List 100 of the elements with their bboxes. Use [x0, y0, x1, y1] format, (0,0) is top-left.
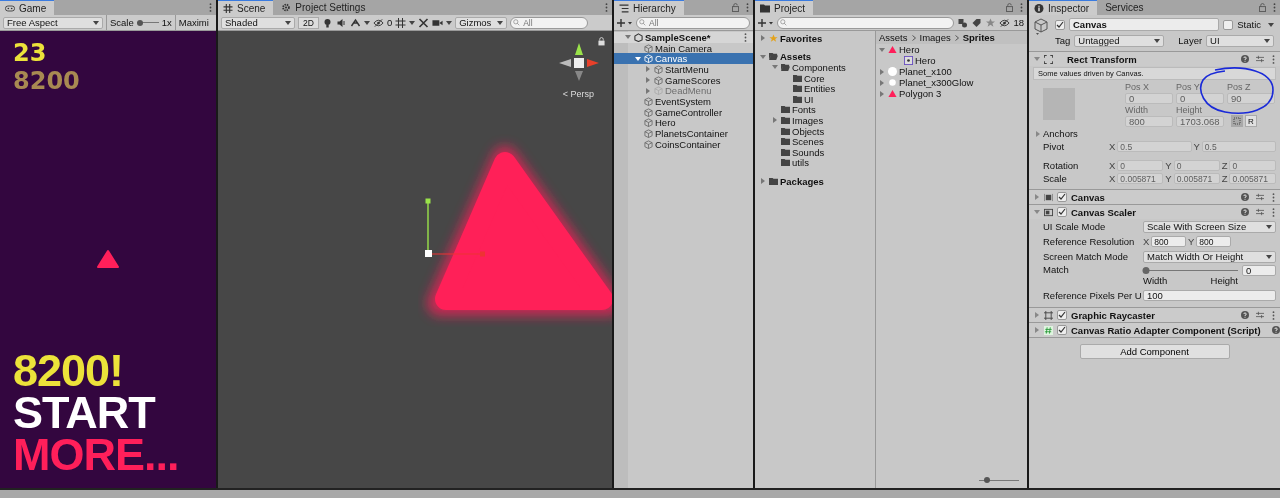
more-options-icon[interactable] — [744, 32, 747, 42]
expand-arrow-icon[interactable] — [1034, 327, 1040, 333]
speaker-icon[interactable] — [335, 17, 347, 28]
vector-field[interactable]: 800 — [1151, 236, 1186, 247]
match-slider[interactable] — [1143, 266, 1238, 274]
add-dropdown-icon[interactable] — [758, 17, 774, 28]
project-tab[interactable]: Project — [755, 0, 814, 15]
hidden-eye-icon[interactable] — [372, 17, 384, 28]
vector-field[interactable]: 800 — [1196, 236, 1231, 247]
projection-label[interactable]: < Persp — [562, 89, 594, 99]
more-options-icon[interactable] — [1272, 310, 1275, 320]
filter-by-type-icon[interactable] — [957, 17, 969, 28]
project-folder[interactable]: Packages — [755, 176, 875, 187]
vector-field[interactable]: 0.5 — [1117, 141, 1192, 152]
project-folder[interactable]: Images — [755, 115, 875, 126]
anchors-label[interactable]: Anchors — [1043, 128, 1115, 139]
gizmos-dropdown[interactable]: Gizmos — [455, 16, 508, 29]
effects-icon[interactable] — [349, 17, 361, 28]
expand-arrow-icon[interactable] — [635, 55, 641, 62]
enabled-checkbox[interactable] — [1057, 325, 1067, 335]
active-checkbox[interactable] — [1055, 19, 1065, 30]
asset-item[interactable]: Planet_x100 — [876, 66, 1027, 77]
search-field[interactable] — [777, 16, 955, 29]
number-field[interactable]: 100 — [1143, 290, 1276, 301]
hidden-eye-icon[interactable] — [999, 17, 1011, 28]
hierarchy-item[interactable]: CoinsContainer — [614, 138, 753, 150]
caret-icon[interactable] — [446, 20, 453, 25]
expand-arrow-icon[interactable] — [1035, 130, 1041, 137]
expand-arrow-icon[interactable] — [879, 79, 885, 86]
more-options-icon[interactable] — [746, 3, 749, 12]
asset-item[interactable]: Hero — [876, 44, 1027, 55]
hierarchy-item[interactable]: Main Camera — [614, 42, 753, 54]
expand-arrow-icon[interactable] — [1034, 209, 1040, 215]
maximize-button[interactable]: Maximi — [178, 17, 209, 28]
expand-arrow-icon[interactable] — [772, 117, 778, 124]
search-field[interactable]: All — [636, 16, 750, 29]
project-folder[interactable]: Assets — [755, 51, 875, 63]
breadcrumb-link[interactable]: Assets — [879, 32, 908, 43]
project-folder[interactable]: Fonts — [755, 104, 875, 116]
help-icon[interactable] — [1241, 55, 1249, 63]
inspector-tab[interactable]: Services — [1100, 0, 1152, 15]
position-field[interactable]: 0 — [1125, 93, 1173, 104]
project-folder[interactable]: Favorites — [755, 33, 875, 44]
layer-dropdown[interactable]: UI — [1206, 34, 1274, 47]
game-tab[interactable]: Game — [0, 0, 55, 15]
tag-icon[interactable] — [971, 17, 983, 28]
static-checkbox[interactable] — [1223, 19, 1234, 30]
more-options-icon[interactable] — [605, 3, 608, 12]
project-folder[interactable]: utils — [755, 157, 875, 169]
hierarchy-item[interactable]: Hero — [614, 117, 753, 129]
project-folder[interactable]: Scenes — [755, 136, 875, 147]
expand-arrow-icon[interactable] — [1034, 194, 1040, 200]
expand-arrow-icon[interactable] — [625, 34, 631, 41]
more-options-icon[interactable] — [1020, 3, 1023, 12]
position-field[interactable]: 0 — [1176, 93, 1224, 104]
expand-arrow-icon[interactable] — [1034, 312, 1040, 318]
project-folder[interactable]: Sounds — [755, 146, 875, 158]
help-icon[interactable] — [1241, 311, 1249, 319]
asset-item[interactable]: Polygon 3 — [876, 88, 1027, 99]
hierarchy-item[interactable]: GameController — [614, 106, 753, 118]
asset-item[interactable]: Hero — [876, 55, 1027, 66]
vector-field[interactable]: 0 — [1229, 160, 1276, 171]
hierarchy-item[interactable]: StartMenu — [614, 64, 753, 75]
add-component-button[interactable]: Add Component — [1079, 344, 1230, 359]
star-icon[interactable] — [985, 17, 997, 28]
tag-dropdown[interactable]: Untagged — [1074, 34, 1165, 47]
asset-item[interactable]: Planet_x300Glow — [876, 77, 1027, 88]
expand-arrow-icon[interactable] — [760, 35, 766, 42]
preset-sliders-icon[interactable] — [1256, 55, 1264, 63]
expand-arrow-icon[interactable] — [879, 46, 885, 53]
expand-arrow-icon[interactable] — [879, 68, 885, 75]
hierarchy-item[interactable]: GameScores — [614, 74, 753, 86]
match-field[interactable]: 0 — [1242, 264, 1276, 276]
expand-arrow-icon[interactable] — [1034, 56, 1040, 62]
help-icon[interactable] — [1241, 193, 1249, 201]
vector-field[interactable]: 0.005871 — [1173, 173, 1220, 184]
expand-arrow-icon[interactable] — [645, 66, 651, 73]
scale-slider[interactable] — [136, 18, 159, 27]
aspect-dropdown[interactable]: Free Aspect — [3, 16, 103, 29]
help-icon[interactable] — [1241, 208, 1249, 216]
more-options-icon[interactable] — [1272, 192, 1275, 202]
property-dropdown[interactable]: Scale With Screen Size — [1143, 220, 1276, 233]
caret-icon[interactable] — [1268, 22, 1274, 27]
expand-arrow-icon[interactable] — [760, 178, 766, 185]
raw-edit-button[interactable]: R — [1245, 115, 1257, 127]
2d-toggle[interactable]: 2D — [298, 16, 319, 29]
vector-field[interactable]: 0.5 — [1201, 141, 1276, 152]
vector-field[interactable]: 0 — [1117, 160, 1164, 171]
hierarchy-item[interactable]: SampleScene* — [614, 32, 753, 43]
more-options-icon[interactable] — [209, 3, 212, 12]
inspector-tab[interactable]: Inspector — [1029, 0, 1098, 15]
size-field[interactable]: 800 — [1125, 116, 1173, 127]
enabled-checkbox[interactable] — [1057, 310, 1067, 320]
vector-field[interactable]: 0 — [1173, 160, 1220, 171]
project-folder[interactable]: Entities — [755, 83, 875, 94]
hierarchy-item[interactable]: Canvas — [614, 53, 753, 65]
preset-sliders-icon[interactable] — [1256, 311, 1264, 319]
lock-icon[interactable] — [598, 37, 605, 46]
position-field[interactable]: 90 — [1227, 93, 1275, 104]
caret-icon[interactable] — [363, 20, 370, 25]
